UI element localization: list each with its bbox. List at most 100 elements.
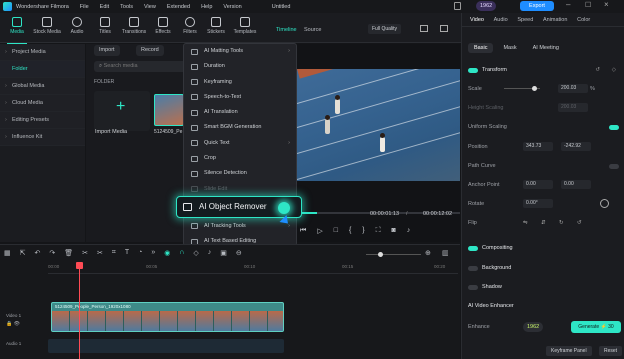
credits-badge[interactable]: 1962	[476, 1, 497, 11]
anchor-y-input[interactable]: 0.00	[561, 180, 591, 189]
tab-video[interactable]: Video	[470, 13, 484, 27]
transform-toggle[interactable]	[468, 68, 478, 73]
zoom-slider[interactable]	[366, 254, 421, 255]
text-icon[interactable]: T	[125, 249, 129, 257]
mark-out-icon[interactable]: }	[362, 227, 364, 237]
flip-horizontal-icon[interactable]: ⇋	[523, 217, 528, 229]
video-clip[interactable]: 5124509_People_Person_1920x1080	[51, 302, 284, 332]
sidebar-item-folder[interactable]: Folder	[0, 61, 85, 78]
tool-filters[interactable]: Filters	[177, 16, 203, 42]
menu-item-silence-detection[interactable]: Silence Detection	[184, 166, 296, 181]
tab-audio[interactable]: Audio	[494, 13, 508, 27]
speed-icon[interactable]: ◔	[138, 249, 142, 257]
tab-animation[interactable]: Animation	[543, 13, 567, 27]
magnet-icon[interactable]: ∩	[179, 249, 184, 257]
layout-icon[interactable]	[440, 25, 448, 32]
record-button[interactable]: Record	[136, 45, 164, 56]
tool-audio[interactable]: Audio	[64, 16, 90, 42]
import-button[interactable]: Import	[94, 45, 120, 56]
zoom-in-icon[interactable]: ⊕	[425, 249, 431, 257]
menu-item-quick-text[interactable]: Quick Text ›	[184, 136, 296, 151]
split-icon[interactable]: ✂	[82, 249, 88, 257]
shadow-toggle[interactable]	[468, 285, 478, 290]
position-x-input[interactable]: 343.73	[523, 142, 553, 151]
prev-frame-icon[interactable]: ⏮	[300, 227, 306, 237]
menu-view[interactable]: View	[144, 4, 156, 10]
ai-cut-icon[interactable]: ✂	[97, 249, 103, 257]
subtab-basic[interactable]: Basic	[468, 43, 494, 53]
tool-effects[interactable]: Effects	[150, 16, 176, 42]
sidebar-item-editing-presets[interactable]: Editing Presets	[0, 112, 85, 129]
play-icon[interactable]: ▷	[317, 227, 322, 237]
subtab-ai-meeting[interactable]: AI Meeting	[527, 43, 565, 53]
rotate-dial-icon[interactable]	[600, 199, 609, 208]
more-icon[interactable]: »	[151, 249, 155, 257]
crop-icon[interactable]: ⌗	[112, 249, 116, 257]
tool-media[interactable]: Media	[4, 16, 30, 44]
tool-stock-media[interactable]: Stock Media	[32, 16, 62, 42]
sidebar-item-influence-kit[interactable]: Influence Kit	[0, 129, 85, 146]
mark-in-icon[interactable]: {	[349, 227, 351, 237]
stop-icon[interactable]: □	[334, 227, 338, 237]
export-button[interactable]: Export	[520, 1, 554, 11]
delete-icon[interactable]: 🗑	[64, 249, 73, 257]
search-input[interactable]: ⌕ Search media	[94, 61, 188, 72]
sidebar-item-project-media[interactable]: Project Media	[0, 44, 85, 61]
menu-help[interactable]: Help	[201, 4, 212, 10]
track-lock-icon[interactable]: 🔒 👁	[6, 321, 20, 327]
tool-stickers[interactable]: Stickers	[203, 16, 229, 42]
timeline-settings-icon[interactable]: ▥	[442, 249, 449, 257]
tab-source[interactable]: Source	[304, 27, 321, 33]
timeline-ruler[interactable]: 00:00 00:05 00:10 00:15 00:20	[48, 264, 458, 274]
background-toggle[interactable]	[468, 266, 478, 271]
menu-extended[interactable]: Extended	[167, 4, 190, 10]
tab-speed[interactable]: Speed	[517, 13, 533, 27]
uniform-scaling-toggle[interactable]	[609, 125, 619, 130]
keyframe-icon[interactable]: ◇	[612, 64, 616, 76]
menu-item-ai-matting-tools[interactable]: AI Matting Tools ›	[184, 44, 296, 59]
media-thumbnail[interactable]	[154, 94, 184, 126]
menu-item-crop[interactable]: Crop	[184, 151, 296, 166]
flip-vertical-icon[interactable]: ⇵	[541, 217, 546, 229]
reset-icon[interactable]: ↺	[595, 64, 600, 76]
playhead[interactable]	[76, 262, 83, 359]
redo-icon[interactable]: ↷	[49, 249, 55, 257]
sidebar-item-global-media[interactable]: Global Media	[0, 78, 85, 95]
rotate-ccw-icon[interactable]: ↺	[577, 217, 582, 229]
scale-slider-handle[interactable]	[532, 86, 537, 91]
zoom-out-icon[interactable]: ⊖	[236, 249, 242, 257]
generate-button[interactable]: Generate ⚡ 30	[571, 321, 621, 333]
audio-track-clip[interactable]	[48, 339, 284, 353]
marker-icon[interactable]: ◇	[193, 249, 198, 257]
undo-icon[interactable]: ↶	[35, 249, 41, 257]
subtab-mask[interactable]: Mask	[497, 43, 522, 53]
zoom-slider-handle[interactable]	[378, 252, 383, 257]
menu-item-ai-object-remover[interactable]: AI Object Remover	[176, 196, 302, 218]
menu-edit[interactable]: Edit	[100, 4, 109, 10]
path-curve-toggle[interactable]	[609, 164, 619, 169]
mic-icon[interactable]: ♪	[208, 249, 212, 257]
menu-version[interactable]: Version	[223, 4, 241, 10]
rotate-cw-icon[interactable]: ↻	[559, 217, 564, 229]
menu-file[interactable]: File	[80, 4, 89, 10]
rotate-input[interactable]: 0.00°	[523, 199, 553, 208]
tab-timeline[interactable]: Timeline	[276, 27, 297, 33]
menu-item-ai-translation[interactable]: AI Translation	[184, 105, 296, 120]
menu-item-smart-bgm[interactable]: Smart BGM Generation	[184, 120, 296, 135]
gift-icon[interactable]	[454, 2, 461, 10]
minimize-icon[interactable]: –	[566, 0, 570, 9]
tool-templates[interactable]: Templates	[230, 16, 260, 42]
menu-tools[interactable]: Tools	[120, 4, 133, 10]
layout-grid-icon[interactable]: ▦	[4, 249, 11, 257]
snap-icon[interactable]: ◉	[164, 249, 170, 257]
tool-transitions[interactable]: Transitions	[119, 16, 149, 42]
maximize-icon[interactable]: ☐	[585, 1, 591, 9]
volume-icon[interactable]: ♪	[407, 227, 411, 237]
reset-button[interactable]: Reset	[599, 346, 623, 356]
menu-item-keyframing[interactable]: Keyframing	[184, 75, 296, 90]
camera-icon[interactable]: ◙	[392, 227, 396, 237]
select-icon[interactable]: ⇱	[20, 249, 26, 257]
tool-titles[interactable]: Titles	[92, 16, 118, 42]
render-icon[interactable]: ▣	[220, 249, 227, 257]
compositing-toggle[interactable]	[468, 246, 478, 251]
